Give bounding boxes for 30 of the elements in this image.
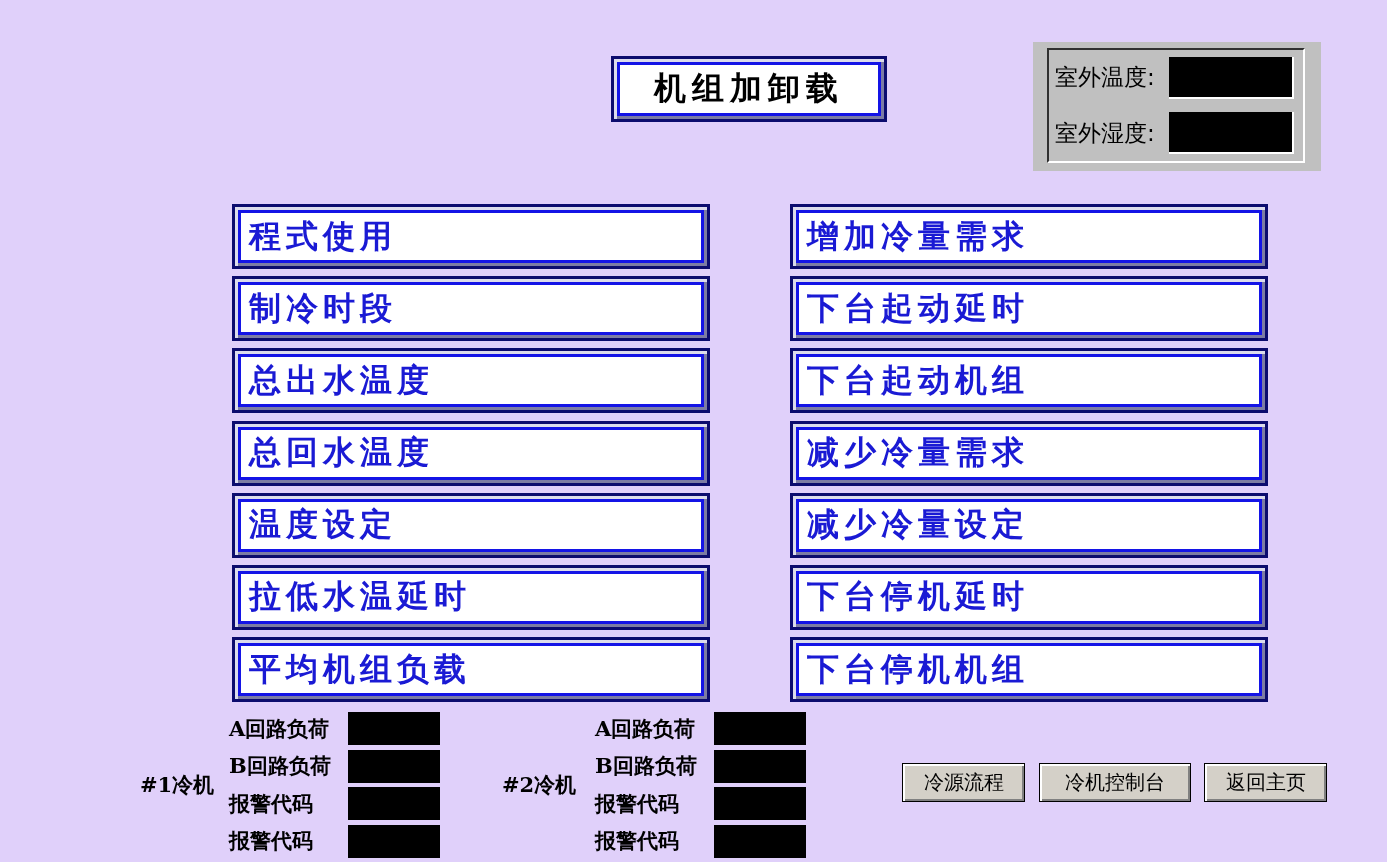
reading-label: B回路负荷 bbox=[595, 752, 698, 781]
reading-label: 报警代码 bbox=[595, 789, 680, 818]
reading-label: B回路负荷 bbox=[229, 752, 332, 781]
reading-label: A回路负荷 bbox=[229, 714, 331, 743]
reading-label: A回路负荷 bbox=[595, 714, 697, 743]
menu-button[interactable]: 拉低水温延时 bbox=[232, 564, 710, 630]
nav-button[interactable]: 返回主页 bbox=[1204, 763, 1327, 803]
menu-button[interactable]: 下台停机延时 bbox=[790, 564, 1268, 630]
menu-button[interactable]: 温度设定 bbox=[232, 492, 710, 558]
menu-button[interactable]: 下台起动延时 bbox=[790, 276, 1268, 342]
reading-label: 室外温度: bbox=[1055, 63, 1156, 93]
reading-label: 室外湿度: bbox=[1055, 118, 1156, 148]
reading-label: 报警代码 bbox=[595, 827, 680, 856]
nav-button[interactable]: 冷机控制台 bbox=[1038, 763, 1191, 803]
menu-button[interactable]: 下台起动机组 bbox=[790, 348, 1268, 414]
menu-button[interactable]: 减少冷量设定 bbox=[790, 492, 1268, 558]
menu-button[interactable]: 程式使用 bbox=[232, 204, 710, 269]
menu-button[interactable]: 总回水温度 bbox=[232, 420, 710, 486]
chiller-name-label: #1冷机 bbox=[140, 771, 216, 799]
menu-button[interactable]: 制冷时段 bbox=[232, 276, 710, 342]
reading-label: 报警代码 bbox=[229, 789, 314, 818]
menu-button[interactable]: 平均机组负载 bbox=[232, 637, 710, 703]
page-title: 机组加卸载 bbox=[611, 56, 887, 122]
nav-button[interactable]: 冷源流程 bbox=[902, 763, 1025, 803]
reading-label: 报警代码 bbox=[229, 827, 314, 856]
menu-button[interactable]: 下台停机机组 bbox=[790, 637, 1268, 703]
menu-button[interactable]: 减少冷量需求 bbox=[790, 420, 1268, 486]
menu-button[interactable]: 增加冷量需求 bbox=[790, 204, 1268, 269]
chiller-name-label: #2冷机 bbox=[502, 771, 578, 799]
menu-button[interactable]: 总出水温度 bbox=[232, 348, 710, 414]
